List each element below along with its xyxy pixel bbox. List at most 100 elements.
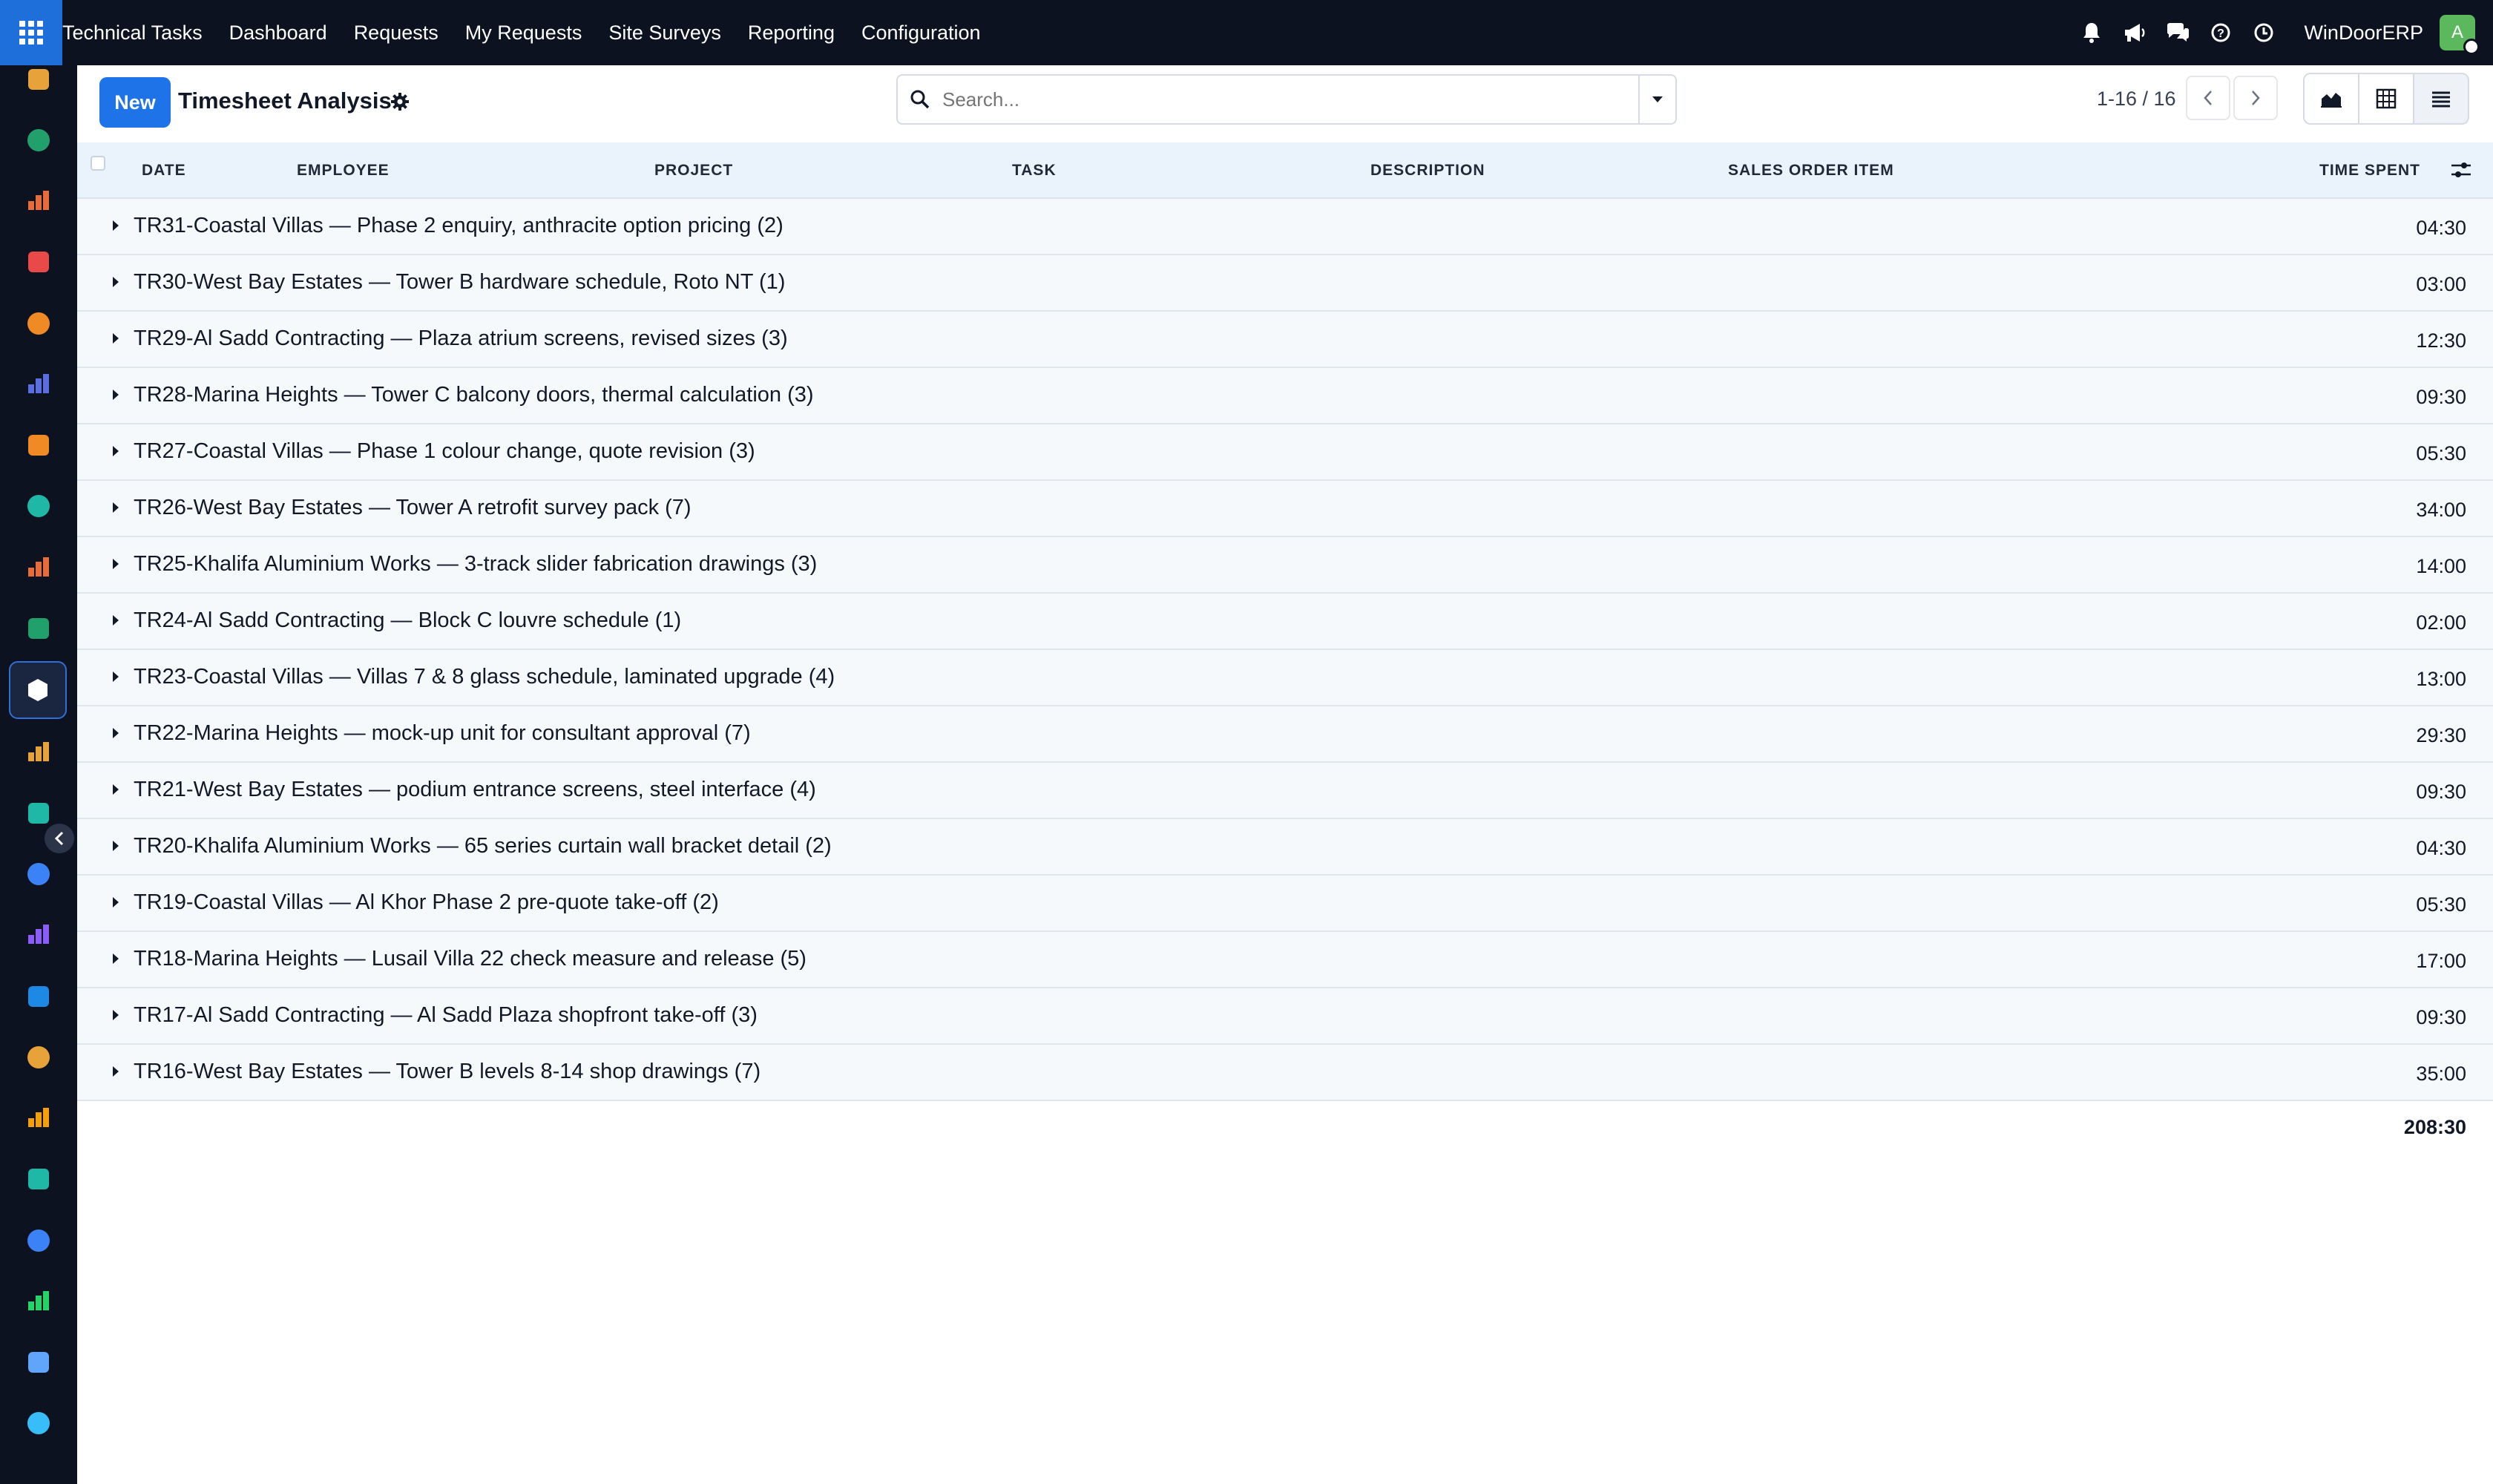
app-icon-11[interactable] — [9, 661, 67, 719]
app-icon-6[interactable] — [22, 368, 55, 401]
app-icon-14[interactable] — [22, 858, 55, 890]
group-label: TR25-Khalifa Aluminium Works — 3-track s… — [134, 552, 818, 576]
caret-right-icon[interactable] — [108, 275, 123, 289]
group-row[interactable]: TR29-Al Sadd Contracting — Plaza atrium … — [77, 312, 2493, 368]
megaphone-icon[interactable] — [2121, 19, 2148, 46]
caret-right-icon[interactable] — [108, 500, 123, 515]
caret-right-icon[interactable] — [108, 1064, 123, 1079]
app-icon-9[interactable] — [22, 551, 55, 584]
group-row[interactable]: TR21-West Bay Estates — podium entrance … — [77, 763, 2493, 819]
app-menu-button[interactable] — [0, 0, 62, 65]
app-icon-10[interactable] — [22, 612, 55, 645]
app-icon-18[interactable] — [22, 1102, 55, 1135]
app-icon-20[interactable] — [22, 1224, 55, 1257]
graph-view-button[interactable] — [2303, 73, 2359, 125]
app-icon-19[interactable] — [22, 1163, 55, 1195]
search-options-toggle[interactable] — [1638, 76, 1675, 123]
menu-dashboard[interactable]: Dashboard — [229, 22, 327, 45]
app-icon-22[interactable] — [22, 1346, 55, 1379]
list-view-button[interactable] — [2413, 73, 2469, 125]
app-icon-2[interactable] — [22, 124, 55, 157]
group-time-spent: 04:30 — [2416, 837, 2466, 859]
group-row[interactable]: TR19-Coastal Villas — Al Khor Phase 2 pr… — [77, 876, 2493, 932]
caret-right-icon[interactable] — [108, 1008, 123, 1022]
gear-icon[interactable] — [390, 92, 410, 111]
chevron-left-icon — [2204, 91, 2212, 105]
app-icon-12[interactable] — [22, 736, 55, 769]
chat-icon[interactable] — [2164, 19, 2191, 46]
column-sales-order-item[interactable]: SALES ORDER ITEM — [1728, 162, 1894, 180]
app-icon-3[interactable] — [22, 185, 55, 217]
app-icon-4[interactable] — [22, 246, 55, 278]
new-button[interactable]: New — [99, 77, 171, 128]
caret-right-icon[interactable] — [108, 726, 123, 741]
group-time-spent: 04:30 — [2416, 217, 2466, 239]
app-icon-17[interactable] — [22, 1041, 55, 1074]
user-avatar[interactable]: A — [2440, 15, 2480, 55]
group-row[interactable]: TR17-Al Sadd Contracting — Al Sadd Plaza… — [77, 988, 2493, 1045]
app-icon-1[interactable] — [22, 63, 55, 96]
group-time-spent: 09:30 — [2416, 1006, 2466, 1028]
menu-my-requests[interactable]: My Requests — [465, 22, 582, 45]
group-row[interactable]: TR20-Khalifa Aluminium Works — 65 series… — [77, 819, 2493, 876]
group-time-spent: 02:00 — [2416, 611, 2466, 634]
menu-configuration[interactable]: Configuration — [861, 22, 981, 45]
app-icon-23[interactable] — [22, 1407, 55, 1439]
bell-icon[interactable] — [2078, 19, 2105, 46]
svg-text:?: ? — [2218, 27, 2225, 40]
group-row[interactable]: TR27-Coastal Villas — Phase 1 colour cha… — [77, 424, 2493, 481]
app-icon-13[interactable] — [22, 797, 55, 830]
search-input[interactable] — [942, 88, 1610, 111]
caret-right-icon[interactable] — [108, 331, 123, 346]
column-description[interactable]: DESCRIPTION — [1370, 162, 1485, 180]
app-brand[interactable]: Technical Tasks — [62, 22, 203, 45]
caret-right-icon[interactable] — [108, 444, 123, 459]
column-task[interactable]: TASK — [1012, 162, 1057, 180]
app-icon-5[interactable] — [22, 307, 55, 340]
group-row[interactable]: TR16-West Bay Estates — Tower B levels 8… — [77, 1045, 2493, 1101]
help-icon[interactable]: ? — [2207, 19, 2234, 46]
group-label: TR20-Khalifa Aluminium Works — 65 series… — [134, 834, 832, 858]
menu-site-surveys[interactable]: Site Surveys — [608, 22, 721, 45]
optional-columns-icon[interactable] — [2448, 157, 2474, 183]
app-icon-16[interactable] — [22, 980, 55, 1013]
app-icon-21[interactable] — [22, 1285, 55, 1318]
caret-right-icon[interactable] — [108, 669, 123, 684]
pager-value[interactable]: 1-16 / 16 — [2097, 88, 2176, 111]
caret-right-icon[interactable] — [108, 556, 123, 571]
group-row[interactable]: TR30-West Bay Estates — Tower B hardware… — [77, 255, 2493, 312]
caret-right-icon[interactable] — [108, 838, 123, 853]
caret-right-icon[interactable] — [108, 218, 123, 233]
group-row[interactable]: TR24-Al Sadd Contracting — Block C louvr… — [77, 594, 2493, 650]
group-row[interactable]: TR28-Marina Heights — Tower C balcony do… — [77, 368, 2493, 424]
company-switcher[interactable]: WinDoorERP — [2304, 22, 2423, 45]
caret-down-icon — [1652, 96, 1663, 102]
group-row[interactable]: TR22-Marina Heights — mock-up unit for c… — [77, 706, 2493, 763]
caret-right-icon[interactable] — [108, 782, 123, 797]
caret-right-icon[interactable] — [108, 895, 123, 910]
group-row[interactable]: TR26-West Bay Estates — Tower A retrofit… — [77, 481, 2493, 537]
caret-right-icon[interactable] — [108, 613, 123, 628]
list-icon — [2432, 91, 2450, 108]
pager-next-button[interactable] — [2233, 76, 2278, 120]
chevron-left-icon — [54, 831, 64, 846]
column-project[interactable]: PROJECT — [654, 162, 733, 180]
caret-right-icon[interactable] — [108, 951, 123, 966]
app-icon-15[interactable] — [22, 919, 55, 951]
caret-right-icon[interactable] — [108, 387, 123, 402]
select-all-checkbox[interactable] — [91, 156, 105, 171]
group-row[interactable]: TR31-Coastal Villas — Phase 2 enquiry, a… — [77, 199, 2493, 255]
clock-icon[interactable] — [2250, 19, 2277, 46]
column-time-spent[interactable]: TIME SPENT — [2319, 162, 2420, 180]
column-employee[interactable]: EMPLOYEE — [297, 162, 390, 180]
menu-reporting[interactable]: Reporting — [748, 22, 835, 45]
group-row[interactable]: TR18-Marina Heights — Lusail Villa 22 ch… — [77, 932, 2493, 988]
group-row[interactable]: TR23-Coastal Villas — Villas 7 & 8 glass… — [77, 650, 2493, 706]
group-row[interactable]: TR25-Khalifa Aluminium Works — 3-track s… — [77, 537, 2493, 594]
app-icon-8[interactable] — [22, 490, 55, 522]
menu-requests[interactable]: Requests — [354, 22, 439, 45]
pivot-view-button[interactable] — [2358, 73, 2414, 125]
column-date[interactable]: DATE — [142, 162, 186, 180]
pager-previous-button[interactable] — [2186, 76, 2230, 120]
app-icon-7[interactable] — [22, 429, 55, 462]
